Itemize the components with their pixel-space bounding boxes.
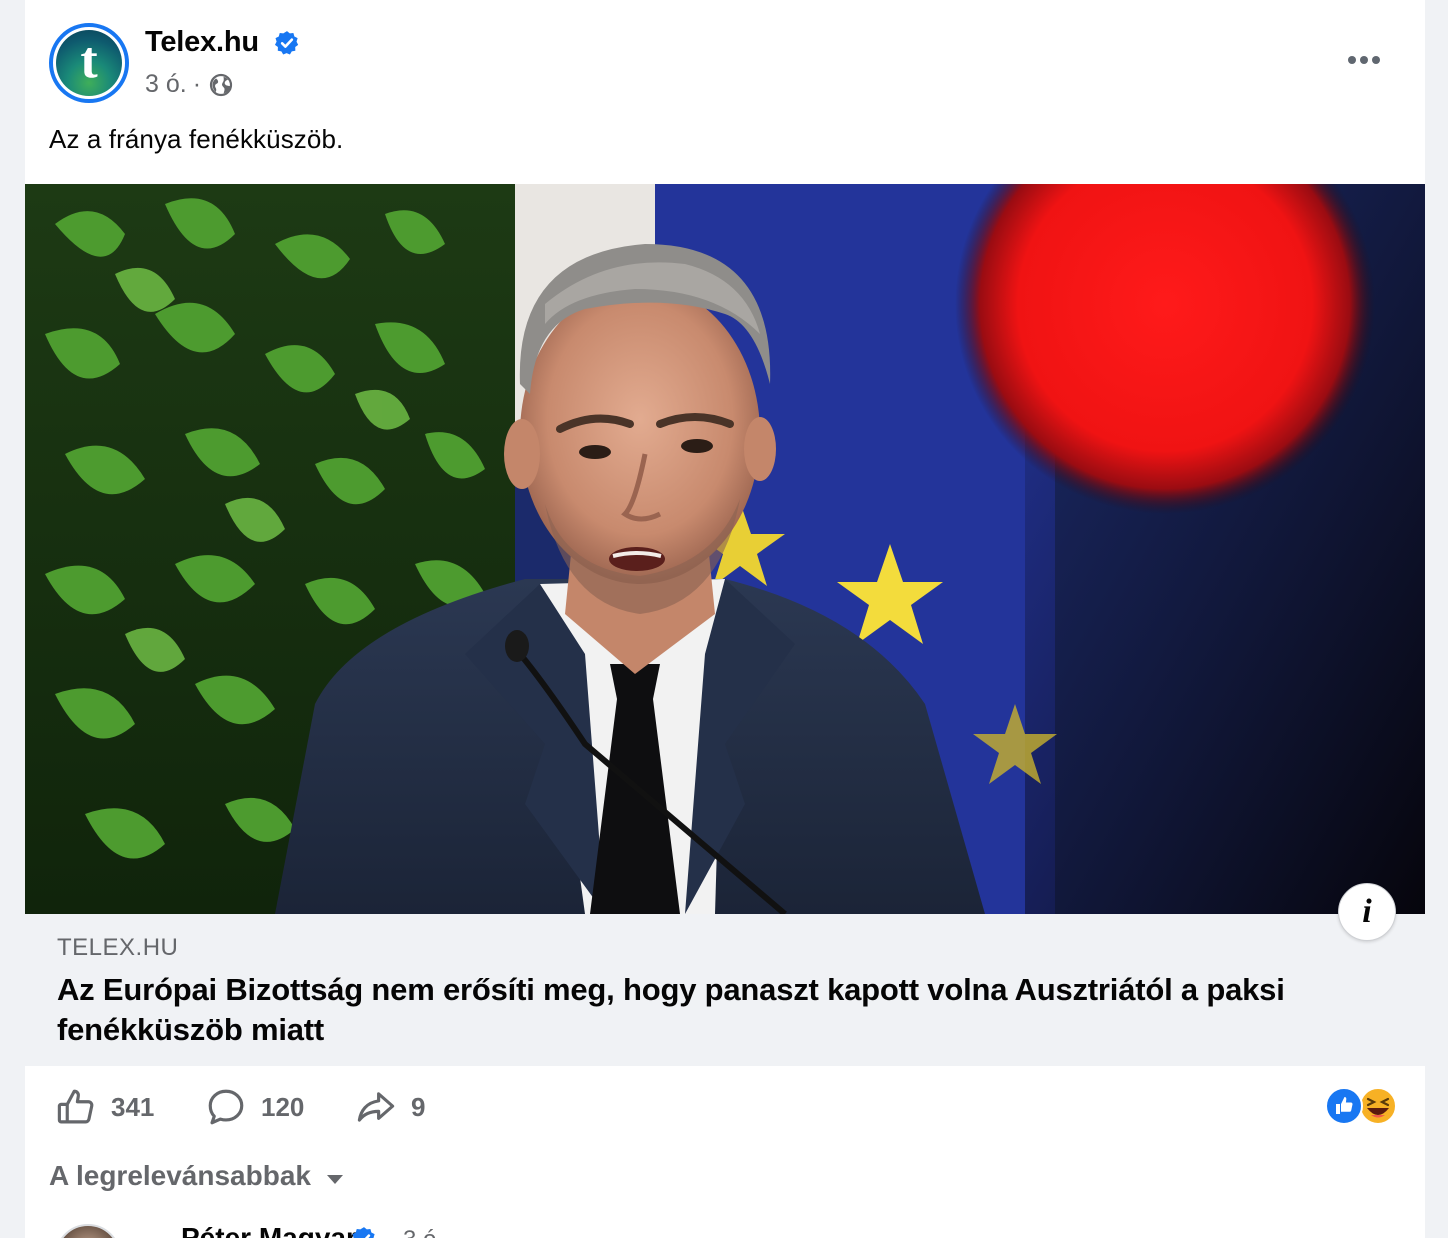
post-timestamp[interactable]: 3 ó.: [145, 70, 187, 99]
post-actions-bar: 341 120 9: [25, 1070, 1425, 1144]
post-caption: Az a fránya fenékküszöb.: [49, 124, 344, 154]
verified-badge-icon: [352, 1227, 375, 1238]
haha-reaction-icon: [1359, 1087, 1397, 1125]
commenter-avatar[interactable]: [55, 1224, 121, 1238]
comment-author-link[interactable]: Péter Magyar: [181, 1222, 357, 1238]
post-meta: 3 ó. ·: [145, 70, 233, 99]
page-avatar[interactable]: t: [49, 23, 129, 103]
comment-button[interactable]: 120: [205, 1086, 304, 1128]
like-count: 341: [111, 1091, 155, 1122]
more-options-dot: [1372, 56, 1380, 64]
info-button[interactable]: i: [1338, 883, 1396, 941]
more-options-button[interactable]: [1341, 44, 1387, 76]
link-headline[interactable]: Az Európai Bizottság nem erősíti meg, ho…: [57, 970, 1357, 1050]
telex-logo: t: [56, 30, 122, 96]
like-button[interactable]: 341: [55, 1086, 154, 1128]
more-options-dot: [1360, 56, 1368, 64]
chevron-down-icon: [326, 1174, 343, 1184]
verified-badge-icon: [274, 31, 299, 55]
globe-icon: [209, 73, 233, 96]
comment-timestamp[interactable]: 3 ó.: [403, 1226, 443, 1238]
more-options-dot: [1348, 56, 1356, 64]
share-icon: [357, 1092, 395, 1122]
link-domain: TELEX.HU: [57, 934, 179, 961]
info-icon: i: [1362, 893, 1372, 930]
scrollbar[interactable]: [1424, 0, 1425, 184]
post-card: t Telex.hu 3 ó. · Az a fránya fenékküszö…: [25, 0, 1425, 1238]
page-name-link[interactable]: Telex.hu: [145, 26, 259, 59]
share-count: 9: [411, 1091, 426, 1122]
comment-item: Péter Magyar 3 ó.: [49, 1218, 1409, 1238]
article-photo[interactable]: [25, 184, 1425, 914]
comment-icon: [208, 1089, 244, 1125]
speaker-photo: [25, 184, 1425, 914]
meta-separator: ·: [192, 70, 202, 98]
like-icon: [57, 1089, 94, 1124]
comment-count: 120: [261, 1091, 305, 1122]
like-reaction-icon: [1325, 1087, 1363, 1125]
comment-sort-dropdown[interactable]: A legrelevánsabbak: [49, 1160, 343, 1192]
logo-letter: t: [80, 32, 98, 89]
link-preview[interactable]: TELEX.HU Az Európai Bizottság nem erősít…: [25, 914, 1425, 1066]
share-button[interactable]: 9: [355, 1086, 425, 1128]
reactions-summary[interactable]: [1324, 1086, 1400, 1126]
comment-sort-label: A legrelevánsabbak: [49, 1160, 311, 1191]
post-header: t Telex.hu 3 ó. ·: [25, 0, 1425, 120]
